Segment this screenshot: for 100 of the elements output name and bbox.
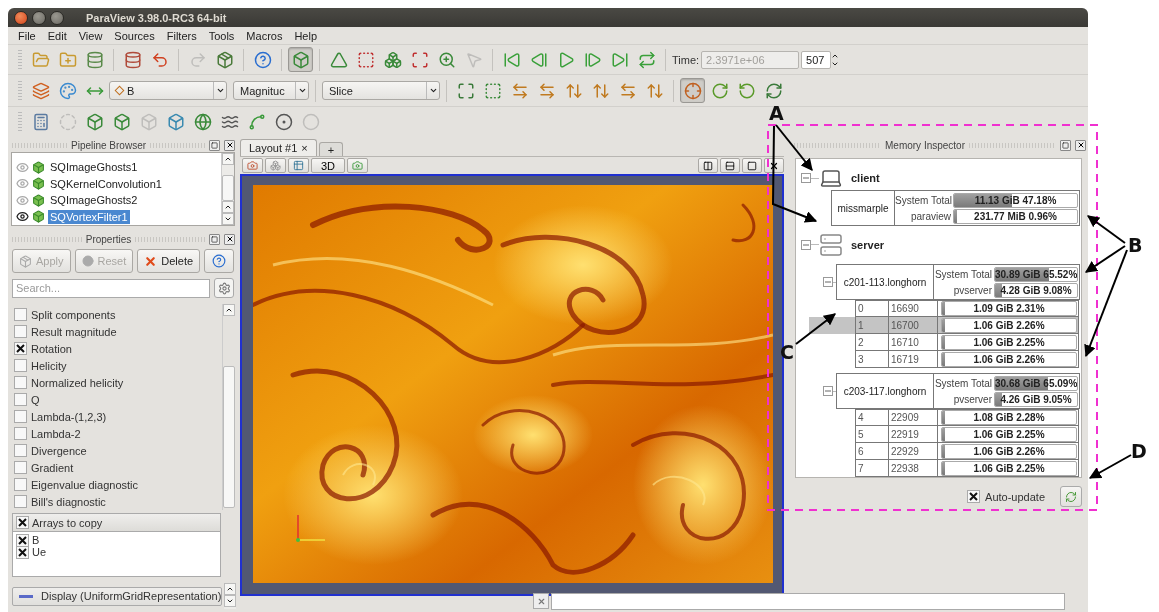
menu-item[interactable]: File xyxy=(12,29,42,42)
layout-tab[interactable]: + xyxy=(318,142,344,156)
close-tab-button[interactable]: × xyxy=(301,142,308,154)
rank-cell: 7 xyxy=(856,460,889,476)
tree-expander[interactable] xyxy=(823,386,833,396)
maximize-button[interactable] xyxy=(50,10,64,25)
option-label: Rotation xyxy=(31,342,72,355)
pid-cell: 22919 xyxy=(889,426,938,442)
refresh-button[interactable] xyxy=(1060,486,1082,507)
memory-reading: 1.06 GiB 2.25% xyxy=(972,335,1046,349)
panel-title: Pipeline Browser xyxy=(71,139,147,151)
array-dropdown[interactable]: B xyxy=(109,81,227,100)
checkbox[interactable] xyxy=(14,444,27,457)
checkbox[interactable] xyxy=(14,427,27,440)
delete-icon xyxy=(144,254,158,268)
checkbox[interactable] xyxy=(967,490,981,503)
checkbox[interactable] xyxy=(14,325,27,338)
collapse-icon xyxy=(803,241,809,248)
pid-cell: 16719 xyxy=(889,351,938,367)
tree-expander[interactable] xyxy=(823,277,833,287)
option-label: Divergence xyxy=(31,444,87,457)
skip-back-icon xyxy=(502,50,521,69)
toolbar-button[interactable] xyxy=(288,47,313,72)
minimize-button[interactable] xyxy=(32,10,46,25)
rank-cell: 2 xyxy=(856,334,889,350)
option-label: Result magnitude xyxy=(31,325,117,338)
stat-label: pvserver xyxy=(952,284,992,296)
checkbox[interactable] xyxy=(14,359,27,372)
close-button[interactable] xyxy=(224,233,235,245)
split-vertical-button[interactable] xyxy=(720,158,740,173)
scrollbar[interactable] xyxy=(221,153,234,225)
rotate-icon xyxy=(764,81,783,100)
menu-item[interactable]: View xyxy=(72,29,109,42)
caret-icon xyxy=(297,86,307,95)
scrollbar[interactable] xyxy=(224,583,237,609)
pipeline-item[interactable]: SQImageGhosts2 xyxy=(48,193,140,208)
menu-item[interactable]: Macros xyxy=(240,29,289,42)
eye-icon[interactable] xyxy=(16,210,29,224)
search-field[interactable]: Search... xyxy=(12,278,210,298)
checkbox[interactable] xyxy=(16,533,29,547)
toolbar-button[interactable] xyxy=(288,158,309,173)
component-dropdown[interactable]: Magnituc xyxy=(233,81,309,100)
pipeline-item[interactable]: SQKernelConvolution1 xyxy=(48,176,164,191)
rank-row[interactable]: 1 16700 1.06 GiB 2.26% xyxy=(809,317,1079,334)
checkbox[interactable] xyxy=(14,393,27,406)
panel-title: Properties xyxy=(85,233,132,245)
calculator-icon xyxy=(31,112,50,131)
annotation-label: B xyxy=(1128,236,1143,255)
close-button[interactable] xyxy=(224,139,235,151)
triangle-icon xyxy=(329,50,348,69)
tree-expander[interactable] xyxy=(801,173,811,183)
pid-cell: 22938 xyxy=(889,460,938,476)
curve-icon xyxy=(247,112,266,131)
pipeline-item[interactable]: SQImageGhosts1 xyxy=(48,160,140,175)
tree-expander[interactable] xyxy=(801,239,811,250)
cube-icon xyxy=(139,112,158,131)
menu-item[interactable]: Edit xyxy=(41,29,73,42)
delete-button[interactable]: Delete xyxy=(137,249,201,273)
checkbox[interactable] xyxy=(14,342,27,355)
checkbox[interactable] xyxy=(14,376,27,389)
option-label: Q xyxy=(31,393,40,406)
memory-reading: 1.06 GiB 2.26% xyxy=(972,444,1046,458)
help-icon xyxy=(212,254,227,268)
scrollbar[interactable] xyxy=(222,304,235,510)
toolbar-button[interactable] xyxy=(242,158,263,173)
checkbox[interactable] xyxy=(14,410,27,423)
view-mode-button[interactable]: 3D xyxy=(311,158,346,173)
section-header[interactable]: Display (UniformGridRepresentation) xyxy=(12,586,223,606)
toolbar-button[interactable] xyxy=(265,158,286,173)
rank-cell: 0 xyxy=(856,301,889,316)
maximize-button[interactable] xyxy=(742,158,762,173)
representation-dropdown[interactable]: Slice xyxy=(322,81,440,100)
pid-cell: 16710 xyxy=(889,334,938,350)
memory-reading: 1.06 GiB 2.25% xyxy=(972,427,1046,441)
stat-label: System Total xyxy=(934,377,992,389)
checkbox[interactable] xyxy=(16,516,29,529)
cube-icon xyxy=(32,160,45,174)
checkbox[interactable] xyxy=(14,461,27,474)
timestep-field[interactable]: 507 xyxy=(801,50,832,69)
toolbar-button[interactable] xyxy=(680,78,705,103)
host-name: missmarple xyxy=(832,191,895,225)
close-button[interactable] xyxy=(1075,139,1086,151)
status-button[interactable] xyxy=(533,593,549,609)
memory-reading: 4.28 GiB 9.08% xyxy=(999,283,1073,297)
menu-item[interactable]: Tools xyxy=(202,29,241,42)
settings-button[interactable] xyxy=(214,278,234,298)
pipeline-item[interactable]: SQVortexFilter1 xyxy=(48,209,130,224)
split-horizontal-button[interactable] xyxy=(698,158,718,173)
layout-tab[interactable]: Layout #1 × xyxy=(240,139,317,156)
menu-item[interactable]: Help xyxy=(288,29,324,42)
checkbox[interactable] xyxy=(14,478,27,491)
checkbox[interactable] xyxy=(14,495,27,508)
help-button[interactable] xyxy=(204,249,234,273)
menu-item[interactable]: Sources xyxy=(108,29,161,42)
skip-forward-icon xyxy=(610,50,629,69)
close-icon xyxy=(225,235,234,243)
checkbox[interactable] xyxy=(14,308,27,321)
section-header: Arrays to copy xyxy=(32,516,103,529)
menu-item[interactable]: Filters xyxy=(160,29,203,42)
option-label: Lambda-2 xyxy=(31,427,81,440)
